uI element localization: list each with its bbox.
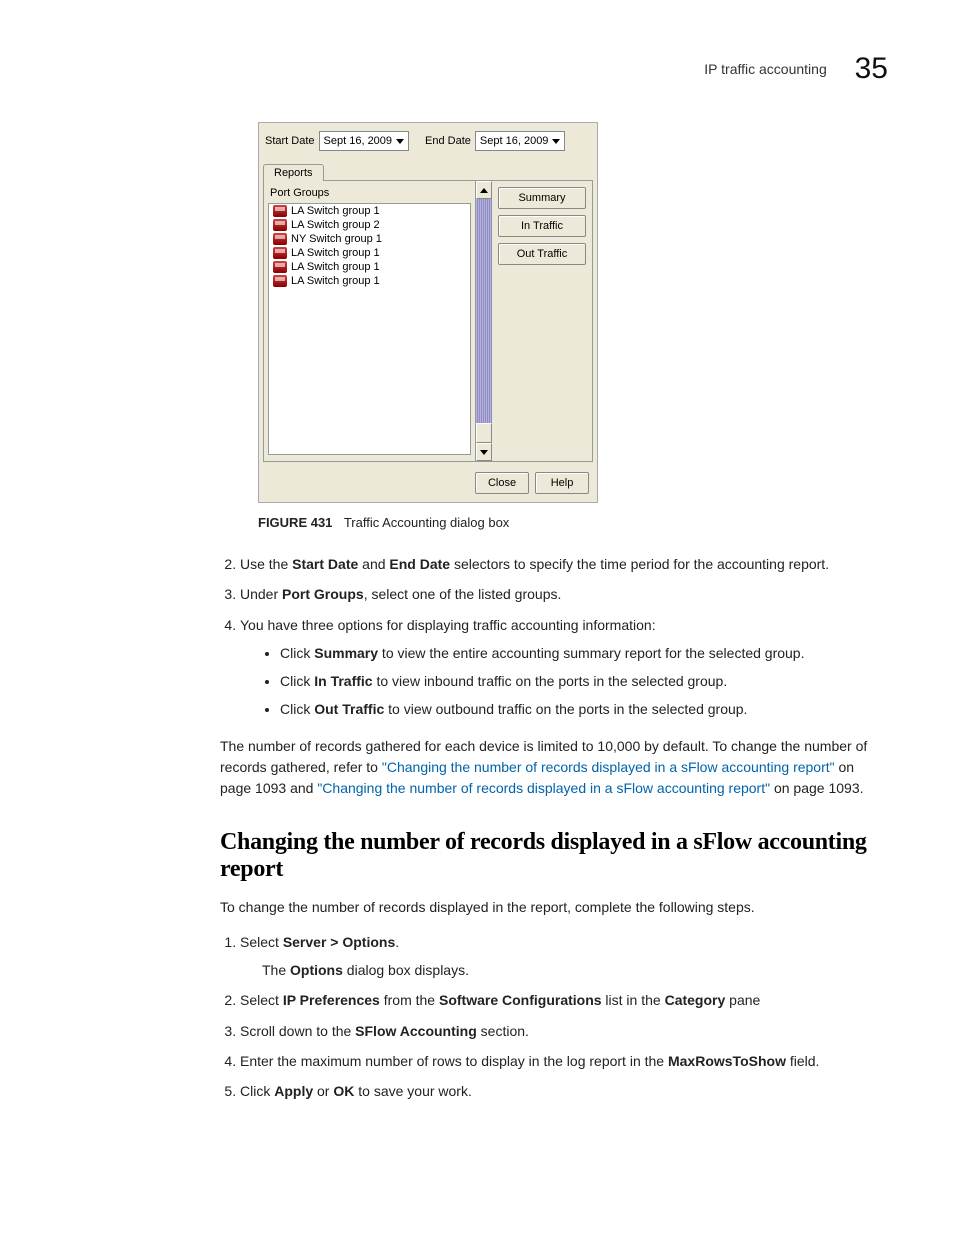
caret-down-icon: [396, 139, 404, 144]
link-change-records-1[interactable]: "Changing the number of records displaye…: [382, 759, 835, 775]
end-date-label: End Date: [425, 135, 471, 147]
group-icon: [273, 219, 287, 231]
tab-strip: Reports: [263, 163, 593, 181]
start-date-value: Sept 16, 2009: [324, 135, 393, 147]
instruction-list-a: Use the Start Date and End Date selector…: [220, 554, 888, 720]
in-traffic-button[interactable]: In Traffic: [498, 215, 586, 237]
port-groups-header: Port Groups: [268, 185, 471, 203]
step-b1-sub: The Options dialog box displays.: [262, 960, 888, 980]
scroll-thumb[interactable]: [476, 423, 492, 443]
instruction-list-b: Select Server > Options. The Options dia…: [220, 932, 888, 1102]
traffic-accounting-dialog: Start Date Sept 16, 2009 End Date Sept 1…: [258, 122, 598, 503]
link-change-records-2[interactable]: "Changing the number of records displaye…: [317, 780, 770, 796]
bullet-out-traffic: Click Out Traffic to view outbound traff…: [280, 699, 888, 719]
end-date-selector[interactable]: Sept 16, 2009: [475, 131, 566, 151]
step-3: Under Port Groups, select one of the lis…: [240, 584, 888, 604]
port-groups-list[interactable]: LA Switch group 1 LA Switch group 2 NY S…: [268, 203, 471, 455]
list-item[interactable]: LA Switch group 1: [269, 204, 470, 218]
tab-reports[interactable]: Reports: [263, 164, 324, 181]
group-icon: [273, 275, 287, 287]
figure-text: Traffic Accounting dialog box: [344, 515, 510, 530]
step-b3: Scroll down to the SFlow Accounting sect…: [240, 1021, 888, 1041]
scrollbar[interactable]: [475, 181, 492, 461]
option-bullets: Click Summary to view the entire account…: [240, 643, 888, 720]
header-section-name: IP traffic accounting: [704, 61, 826, 77]
caret-down-icon: [552, 139, 560, 144]
step-2: Use the Start Date and End Date selector…: [240, 554, 888, 574]
list-item[interactable]: LA Switch group 1: [269, 260, 470, 274]
header-page-number: 35: [855, 52, 888, 85]
figure-caption: FIGURE 431 Traffic Accounting dialog box: [258, 515, 888, 530]
running-header: IP traffic accounting 35: [66, 52, 888, 86]
section-intro: To change the number of records displaye…: [220, 897, 888, 918]
step-b5: Click Apply or OK to save your work.: [240, 1081, 888, 1101]
list-item[interactable]: LA Switch group 1: [269, 274, 470, 288]
step-b2: Select IP Preferences from the Software …: [240, 990, 888, 1010]
help-button[interactable]: Help: [535, 472, 589, 494]
step-4: You have three options for displaying tr…: [240, 615, 888, 720]
start-date-label: Start Date: [265, 135, 315, 147]
records-info-paragraph: The number of records gathered for each …: [220, 736, 888, 799]
group-icon: [273, 261, 287, 273]
close-button[interactable]: Close: [475, 472, 529, 494]
bullet-summary: Click Summary to view the entire account…: [280, 643, 888, 663]
step-b1: Select Server > Options. The Options dia…: [240, 932, 888, 981]
step-b4: Enter the maximum number of rows to disp…: [240, 1051, 888, 1071]
list-item[interactable]: LA Switch group 1: [269, 246, 470, 260]
scroll-track[interactable]: [476, 199, 492, 443]
out-traffic-button[interactable]: Out Traffic: [498, 243, 586, 265]
section-heading: Changing the number of records displayed…: [220, 829, 888, 883]
summary-button[interactable]: Summary: [498, 187, 586, 209]
group-icon: [273, 247, 287, 259]
scroll-up-button[interactable]: [476, 181, 492, 199]
start-date-selector[interactable]: Sept 16, 2009: [319, 131, 410, 151]
figure-label: FIGURE 431: [258, 515, 332, 530]
bullet-in-traffic: Click In Traffic to view inbound traffic…: [280, 671, 888, 691]
end-date-value: Sept 16, 2009: [480, 135, 549, 147]
group-icon: [273, 205, 287, 217]
list-item[interactable]: LA Switch group 2: [269, 218, 470, 232]
list-item[interactable]: NY Switch group 1: [269, 232, 470, 246]
scroll-down-button[interactable]: [476, 443, 492, 461]
group-icon: [273, 233, 287, 245]
